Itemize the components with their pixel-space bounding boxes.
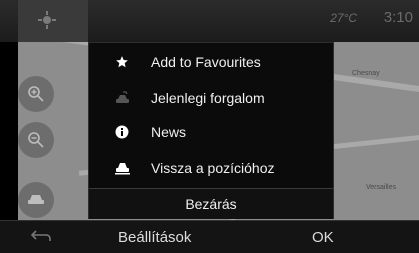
menu-item-current-traffic[interactable]: Jelenlegi forgalom — [89, 81, 333, 115]
ok-button[interactable]: OK — [312, 229, 334, 246]
menu-item-add-favourites[interactable]: Add to Favourites — [89, 45, 333, 79]
zoom-in-icon — [28, 86, 44, 102]
gps-locate-icon — [38, 11, 56, 29]
settings-button[interactable]: Beállítások — [118, 229, 191, 246]
map-place-label: Chesnay — [352, 70, 380, 77]
context-menu: Add to Favourites Jelenlegi forgalom New… — [88, 42, 334, 219]
close-button[interactable]: Bezárás — [89, 188, 333, 219]
car-icon — [28, 195, 44, 204]
map-controls — [18, 42, 54, 220]
temperature: 27°C — [330, 11, 357, 25]
car-position-icon — [113, 159, 131, 177]
menu-item-label: Add to Favourites — [151, 54, 261, 70]
zoom-out-button[interactable] — [18, 122, 54, 158]
menu-item-label: News — [151, 124, 187, 140]
bottom-bar: Beállítások OK — [0, 220, 419, 253]
back-arrow-icon[interactable] — [30, 228, 52, 244]
menu-item-back-to-position[interactable]: Vissza a pozícióhoz — [89, 151, 333, 185]
zoom-in-button[interactable] — [18, 76, 54, 112]
status-bar: 27°C 3:10 — [0, 0, 419, 42]
menu-item-label: Jelenlegi forgalom — [151, 90, 265, 106]
info-icon — [113, 123, 131, 141]
zoom-out-icon — [28, 132, 44, 148]
star-icon — [113, 53, 131, 71]
close-button-label: Bezárás — [185, 196, 237, 212]
traffic-car-icon — [113, 89, 131, 107]
clock: 3:10 — [383, 9, 413, 26]
menu-item-label: Vissza a pozícióhoz — [151, 160, 275, 176]
menu-item-news[interactable]: News — [89, 115, 333, 149]
vehicle-position-button[interactable] — [18, 182, 54, 218]
map-place-label: Versailles — [366, 184, 396, 191]
gps-button[interactable] — [18, 0, 88, 42]
